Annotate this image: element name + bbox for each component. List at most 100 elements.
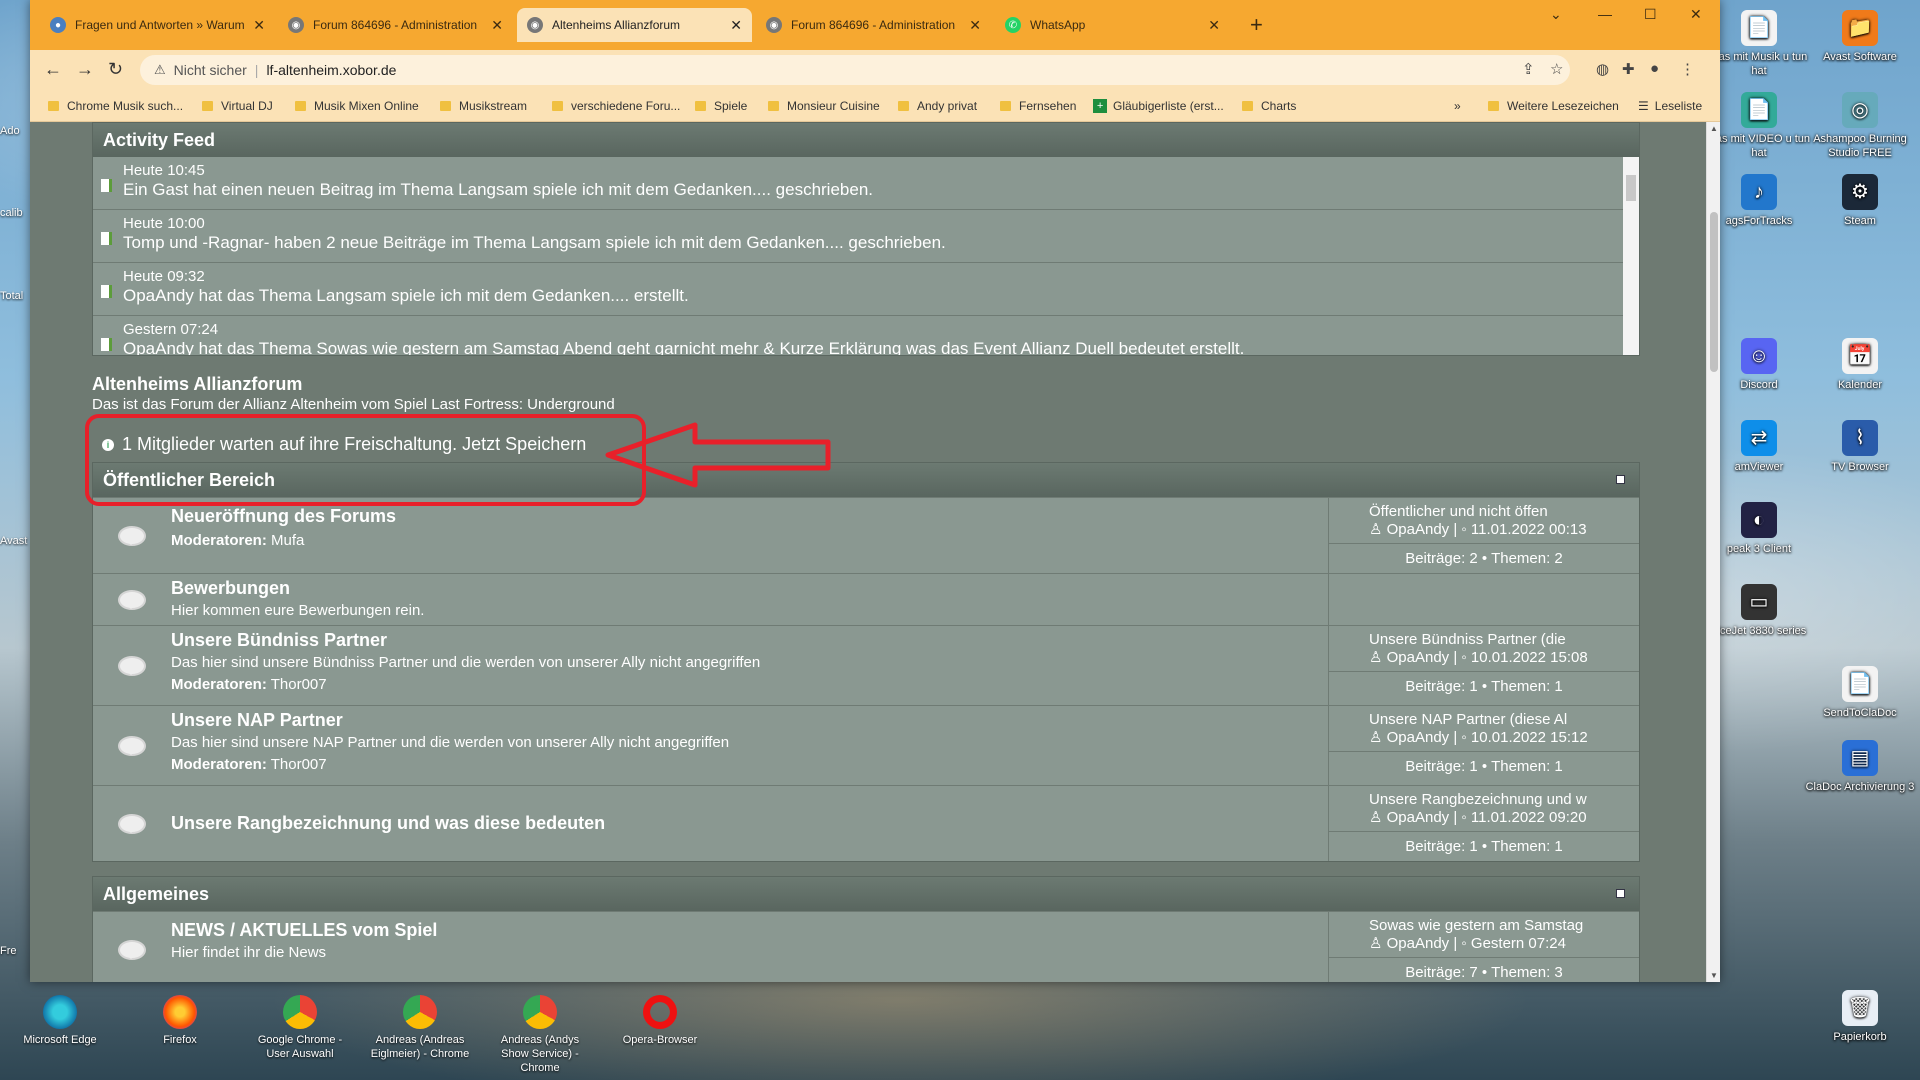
address-bar[interactable]: ⚠ Nicht sicher | lf-altenheim.xobor.de [140, 55, 1570, 85]
tab-admin-1[interactable]: ◉ Forum 864696 - Administration ✕ [278, 8, 513, 42]
desktop-icon[interactable]: ▭ fficeJet 3830 series [1704, 584, 1814, 638]
folder-icon: 📄 [1741, 10, 1777, 46]
tab-fragen[interactable]: ● Fragen und Antworten » Warum ✕ [40, 8, 275, 42]
folder-icon [768, 101, 779, 111]
bookmark-folder[interactable]: verschiedene Foru... [552, 99, 680, 113]
menu-icon[interactable]: ⋮ [1680, 60, 1695, 78]
tab-search-icon[interactable]: ⌄ [1550, 6, 1562, 23]
board-name[interactable]: Unsere Rangbezeichnung und was diese bed… [171, 813, 605, 834]
folder-icon [440, 101, 451, 111]
taskbar-icon-firefox[interactable]: Firefox [130, 995, 230, 1047]
board-row[interactable]: NEWS / AKTUELLES vom Spiel Hier findet ih… [93, 911, 1639, 982]
bookmark-folder[interactable]: Musik Mixen Online [295, 99, 419, 113]
desktop-icon[interactable]: 📄 SendToClaDoc [1805, 666, 1915, 720]
taskbar-icon-chrome-profile[interactable]: Andreas (Andreas Eiglmeier) - Chrome [370, 995, 470, 1061]
scroll-thumb[interactable] [1710, 212, 1718, 372]
desktop-icon[interactable]: ⌇ TV Browser [1805, 420, 1915, 474]
feed-item[interactable]: Gestern 07:24 OpaAndy hat das Thema Sowas… [93, 316, 1623, 355]
close-tab-icon[interactable]: ✕ [730, 17, 742, 34]
desktop-icon[interactable]: ⇄ amViewer [1704, 420, 1814, 474]
desktop-icon[interactable]: ♪ agsForTracks [1704, 174, 1814, 228]
board-row[interactable]: Unsere Bündniss Partner Das hier sind uns… [93, 625, 1639, 705]
board-name[interactable]: NEWS / AKTUELLES vom Spiel [171, 920, 1328, 941]
desktop-icon[interactable]: ⚙ Steam [1805, 174, 1915, 228]
share-icon[interactable]: ⇪ [1522, 60, 1535, 78]
annotation-arrow [605, 422, 831, 488]
board-row[interactable]: Neueröffnung des Forums Moderatoren: Mufa… [93, 497, 1639, 573]
desktop-icon[interactable]: 📄 was mit VIDEO u tun hat [1704, 92, 1814, 160]
close-tab-icon[interactable]: ✕ [253, 17, 265, 34]
board-row[interactable]: Unsere NAP Partner Das hier sind unsere N… [93, 705, 1639, 785]
annotation-box [85, 414, 646, 506]
desktop-icon[interactable]: ☺ Discord [1704, 338, 1814, 392]
back-icon[interactable]: ← [44, 59, 62, 80]
desktop-icon[interactable]: 📁 Avast Software [1805, 10, 1915, 64]
reload-icon[interactable]: ↻ [108, 59, 123, 80]
close-tab-icon[interactable]: ✕ [491, 17, 503, 34]
taskbar-icon-edge[interactable]: Microsoft Edge [10, 995, 110, 1047]
tab-admin-2[interactable]: ◉ Forum 864696 - Administration ✕ [756, 8, 991, 42]
new-tab-button[interactable]: + [1250, 12, 1263, 38]
bookmark-link[interactable]: + Gläubigerliste (erst... [1093, 99, 1224, 113]
desktop-icon[interactable]: 📅 Kalender [1805, 338, 1915, 392]
folder-icon [1242, 101, 1253, 111]
bookmark-folder[interactable]: Andy privat [898, 99, 977, 113]
board-name[interactable]: Bewerbungen [171, 578, 1328, 599]
other-bookmarks[interactable]: Weitere Lesezeichen [1488, 99, 1619, 113]
close-window-button[interactable]: ✕ [1690, 6, 1702, 23]
reading-list[interactable]: ☰ Leseliste [1638, 99, 1702, 113]
feed-item[interactable]: Heute 10:00 Tomp und -Ragnar- haben 2 neu… [93, 210, 1623, 263]
clock-icon: ◦ [1461, 809, 1467, 826]
bookmarks-overflow[interactable]: » [1454, 99, 1461, 113]
bookmark-folder[interactable]: Virtual DJ [202, 99, 273, 113]
scroll-down-icon[interactable]: ▼ [1710, 971, 1718, 980]
minimize-button[interactable]: — [1598, 6, 1612, 22]
taskbar-icon-chrome[interactable]: Google Chrome - User Auswahl [250, 995, 350, 1061]
teamviewer-icon: ⇄ [1741, 420, 1777, 456]
scroll-up-icon[interactable]: ▲ [1710, 124, 1718, 133]
tab-allianzforum[interactable]: ◉ Altenheims Allianzforum ✕ [517, 8, 752, 42]
document-icon [101, 179, 112, 192]
forward-icon[interactable]: → [76, 59, 94, 80]
avast-icon: 📁 [1842, 10, 1878, 46]
url-text: lf-altenheim.xobor.de [266, 62, 397, 78]
maximize-button[interactable]: ☐ [1644, 6, 1657, 23]
bookmark-folder[interactable]: Charts [1242, 99, 1296, 113]
bookmark-folder[interactable]: Monsieur Cuisine [768, 99, 880, 113]
security-label: Nicht sicher [173, 62, 247, 78]
desktop-icon[interactable]: ◐ peak 3 Client [1704, 502, 1814, 556]
collapse-icon[interactable] [1616, 475, 1625, 484]
bookmark-folder[interactable]: Spiele [695, 99, 747, 113]
taskbar-icon-opera[interactable]: Opera-Browser [610, 995, 710, 1047]
tab-whatsapp[interactable]: ✆ WhatsApp ✕ [995, 8, 1230, 42]
desktop-left-label: Ado [0, 125, 20, 137]
extension-icon[interactable]: ◍ [1596, 60, 1609, 78]
feed-item[interactable]: Heute 09:32 OpaAndy hat das Thema Langsam… [93, 263, 1623, 316]
folder-icon [295, 101, 306, 111]
puzzle-icon[interactable]: ✚ [1622, 60, 1635, 78]
desktop-icon[interactable]: ▤ ClaDoc Archivierung 3 [1805, 740, 1915, 794]
board-row[interactable]: Bewerbungen Hier kommen eure Bewerbungen … [93, 573, 1639, 625]
feed-scroll-thumb[interactable] [1626, 175, 1636, 201]
desktop-icon[interactable]: 📄 was mit Musik u tun hat [1704, 10, 1814, 78]
collapse-icon[interactable] [1616, 889, 1625, 898]
board-name[interactable]: Unsere Bündniss Partner [171, 630, 1328, 651]
board-row[interactable]: Unsere Rangbezeichnung und was diese bed… [93, 785, 1639, 861]
avatar[interactable]: ● [1650, 60, 1659, 77]
desktop-icon[interactable]: 🗑 Papierkorb [1805, 990, 1915, 1044]
close-tab-icon[interactable]: ✕ [1208, 17, 1220, 34]
feed-scrollbar[interactable] [1623, 157, 1639, 355]
board-name[interactable]: Neueröffnung des Forums [171, 506, 1328, 527]
board-name[interactable]: Unsere NAP Partner [171, 710, 1328, 731]
page-scrollbar[interactable]: ▲ ▼ [1706, 122, 1720, 982]
tag-icon: ♪ [1741, 174, 1777, 210]
taskbar-icon-chrome-profile[interactable]: Andreas (Andys Show Service) - Chrome [490, 995, 590, 1075]
desktop-icon[interactable]: ◎ Ashampoo Burning Studio FREE [1805, 92, 1915, 160]
desktop-left-label: Avast [0, 535, 28, 547]
star-icon[interactable]: ☆ [1550, 60, 1563, 78]
bookmark-folder[interactable]: Chrome Musik such... [48, 99, 183, 113]
bookmark-folder[interactable]: Fernsehen [1000, 99, 1076, 113]
feed-item[interactable]: Heute 10:45 Ein Gast hat einen neuen Beit… [93, 157, 1623, 210]
close-tab-icon[interactable]: ✕ [969, 17, 981, 34]
bookmark-folder[interactable]: Musikstream [440, 99, 527, 113]
